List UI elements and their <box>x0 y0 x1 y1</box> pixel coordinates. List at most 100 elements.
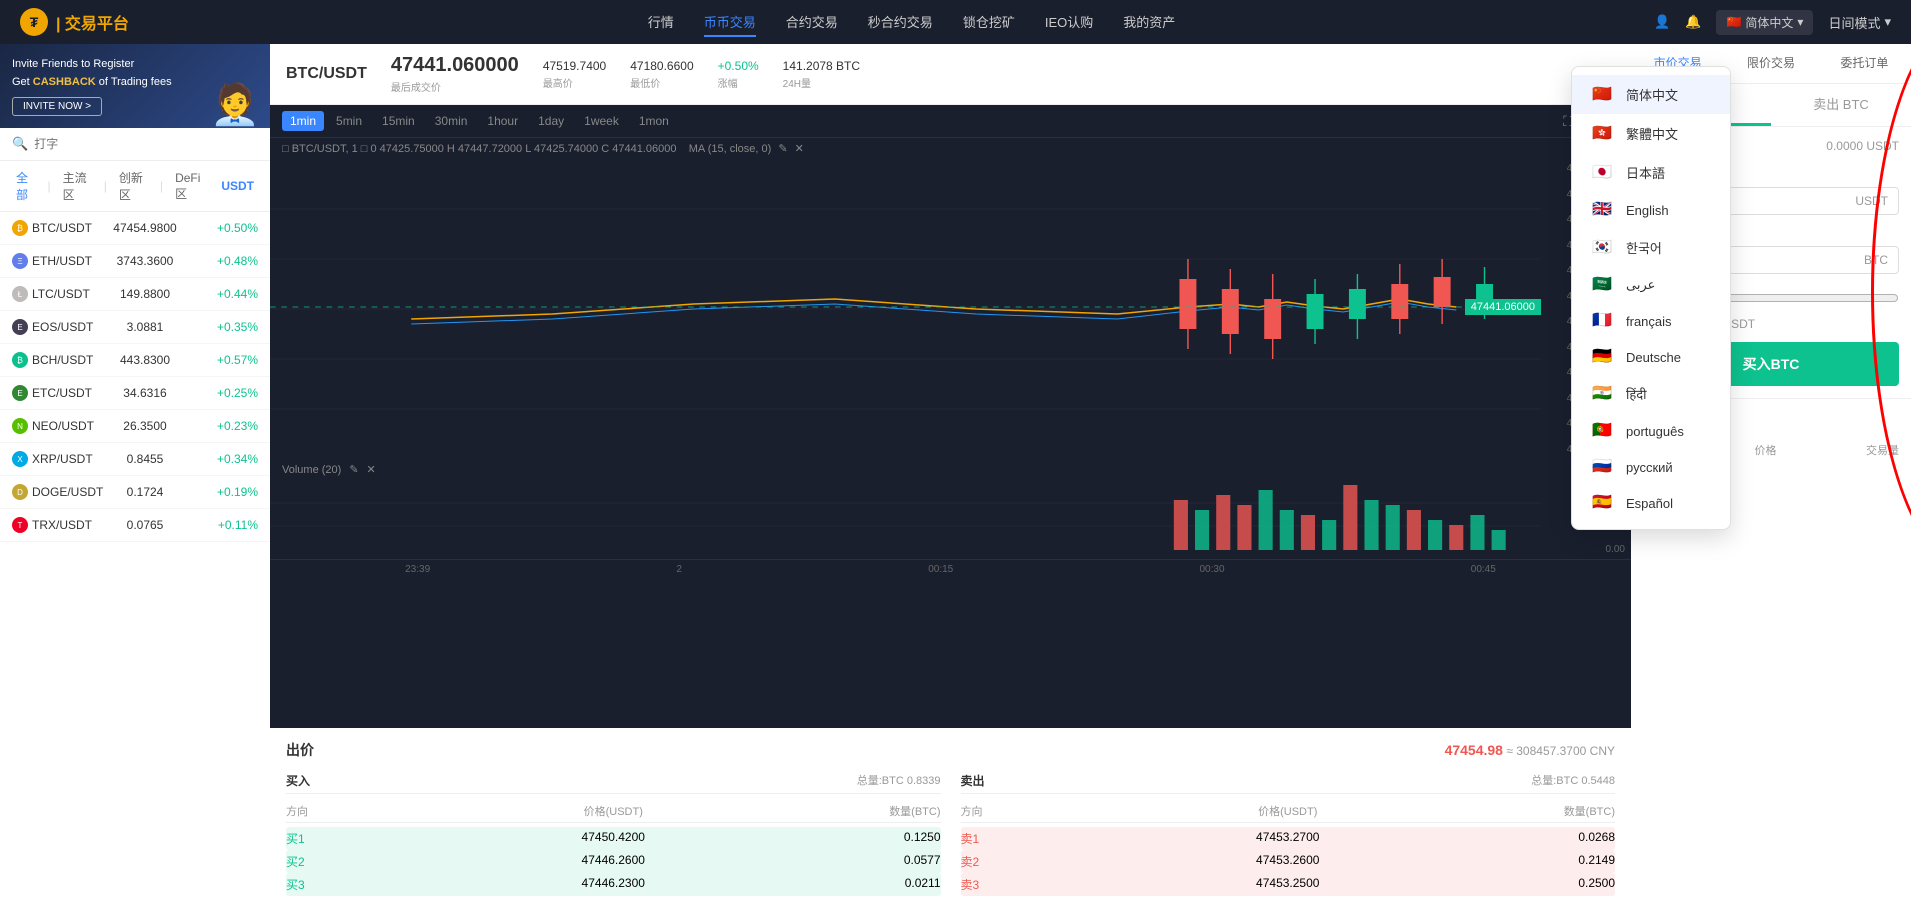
list-item[interactable]: Ξ ETH/USDT 3743.3600 +0.48% <box>0 245 270 278</box>
etc-icon: Ε <box>12 385 28 401</box>
lang-label-en: English <box>1626 203 1669 218</box>
nav-right: 👤 🔔 🇨🇳 简体中文 ▾ 日间模式 ▾ <box>1654 10 1891 35</box>
list-item[interactable]: N NEO/USDT 26.3500 +0.23% <box>0 410 270 443</box>
lang-label-zh-tw: 繁體中文 <box>1626 124 1678 143</box>
flag-zh-tw: 🇭🇰 <box>1592 126 1614 142</box>
volume-close-icon[interactable]: ✕ <box>367 463 376 476</box>
volume-label: Volume (20) ✎ ✕ <box>270 459 1541 480</box>
pair-info: Ε ETC/USDT <box>12 385 92 401</box>
list-item[interactable]: ₿ BCH/USDT 443.8300 +0.57% <box>0 344 270 377</box>
ticker-low-stat: 47180.6600 最低价 <box>630 59 693 90</box>
nav-item-ieo[interactable]: IEO认购 <box>1045 8 1093 37</box>
time-btn-30min[interactable]: 30min <box>427 111 476 131</box>
market-usdt-label[interactable]: USDT <box>217 177 258 195</box>
ob-direction: 买3 <box>286 876 504 893</box>
buy-price-unit: USDT <box>1855 194 1888 208</box>
buy-header: 买入 <box>286 772 310 789</box>
lang-option-de[interactable]: 🇩🇪 Deutsche <box>1572 339 1730 375</box>
search-input[interactable] <box>34 137 258 151</box>
nav-item-seconds[interactable]: 秒合约交易 <box>868 8 933 37</box>
pair-name: LTC/USDT <box>32 287 90 301</box>
lang-label-es: Español <box>1626 496 1673 511</box>
market-tab-all[interactable]: 全部 <box>12 167 39 205</box>
list-item[interactable]: T TRX/USDT 0.0765 +0.11% <box>0 509 270 542</box>
lang-option-zh-tw[interactable]: 🇭🇰 繁體中文 <box>1572 114 1730 153</box>
lang-option-zh-cn[interactable]: 🇨🇳 简体中文 <box>1572 75 1730 114</box>
sell-tab[interactable]: 卖出 BTC <box>1771 84 1911 126</box>
volume-edit-icon[interactable]: ✎ <box>349 463 358 476</box>
pair-change: +0.44% <box>198 287 258 301</box>
lang-label-hi: हिंदी <box>1626 385 1647 403</box>
ob-price: 47453.2700 <box>1179 830 1397 847</box>
time-btn-1hour[interactable]: 1hour <box>479 111 526 131</box>
nav-item-spot[interactable]: 币币交易 <box>704 8 756 37</box>
time-btn-1min[interactable]: 1min <box>282 111 324 131</box>
time-btn-5min[interactable]: 5min <box>328 111 370 131</box>
lang-option-ar[interactable]: 🇸🇦 عربى <box>1572 267 1730 303</box>
lang-option-hi[interactable]: 🇮🇳 हिंदी <box>1572 375 1730 413</box>
market-tab-new[interactable]: 创新区 <box>115 167 152 205</box>
list-item[interactable]: E EOS/USDT 3.0881 +0.35% <box>0 311 270 344</box>
lang-option-es[interactable]: 🇪🇸 Español <box>1572 485 1730 521</box>
tab-orders[interactable]: 委托订单 <box>1818 44 1911 83</box>
candlestick-svg <box>270 159 1541 459</box>
pair-name: XRP/USDT <box>32 452 93 466</box>
lang-option-en[interactable]: 🇬🇧 English <box>1572 192 1730 228</box>
tab-limit-trade[interactable]: 限价交易 <box>1724 44 1817 83</box>
table-row[interactable]: 买2 47446.2600 0.0577 <box>286 850 941 873</box>
table-row[interactable]: 卖2 47453.2600 0.2149 <box>961 850 1616 873</box>
language-button[interactable]: 🇨🇳 简体中文 ▾ <box>1716 10 1813 35</box>
buy-section-header: 买入 总量:BTC 0.8339 <box>286 768 941 794</box>
time-label-3: 00:30 <box>1200 564 1225 575</box>
nav-item-futures[interactable]: 合约交易 <box>786 8 838 37</box>
lang-option-ru[interactable]: 🇷🇺 русский <box>1572 449 1730 485</box>
time-btn-1week[interactable]: 1week <box>576 111 627 131</box>
lang-option-ja[interactable]: 🇯🇵 日本語 <box>1572 153 1730 192</box>
pair-name: ETC/USDT <box>32 386 92 400</box>
lang-label-ja: 日本語 <box>1626 163 1665 182</box>
list-item[interactable]: Ε ETC/USDT 34.6316 +0.25% <box>0 377 270 410</box>
ma-edit-icon[interactable]: ✎ <box>778 143 787 155</box>
nav-item-market[interactable]: 行情 <box>648 8 674 37</box>
ma-close-icon[interactable]: ✕ <box>795 143 804 155</box>
user-icon[interactable]: 👤 <box>1654 14 1670 30</box>
time-label-1: 2 <box>676 564 682 575</box>
pair-info: N NEO/USDT <box>12 418 92 434</box>
pair-info: ₿ BTC/USDT <box>12 220 92 236</box>
time-btn-1mon[interactable]: 1mon <box>631 111 677 131</box>
table-row[interactable]: 卖1 47453.2700 0.0268 <box>961 827 1616 850</box>
theme-toggle[interactable]: 日间模式 ▾ <box>1828 13 1891 32</box>
pair-price: 443.8300 <box>92 353 198 367</box>
logo[interactable]: ₮ | 交易平台 <box>20 8 129 36</box>
list-item[interactable]: X XRP/USDT 0.8455 +0.34% <box>0 443 270 476</box>
ob-price: 47453.2600 <box>1179 853 1397 870</box>
logo-icon: ₮ <box>20 8 48 36</box>
nav-item-mining[interactable]: 锁仓挖矿 <box>963 8 1015 37</box>
list-item[interactable]: Ł LTC/USDT 149.8800 +0.44% <box>0 278 270 311</box>
ob-qty: 0.0577 <box>722 853 940 870</box>
divider-3: | <box>160 179 163 193</box>
bell-icon[interactable]: 🔔 <box>1685 14 1701 30</box>
market-tab-main[interactable]: 主流区 <box>59 167 96 205</box>
ticker-volume-stat: 141.2078 BTC 24H量 <box>783 59 860 90</box>
sell-total: 总量:BTC 0.5448 <box>1531 772 1615 789</box>
time-btn-15min[interactable]: 15min <box>374 111 423 131</box>
list-item[interactable]: D DOGE/USDT 0.1724 +0.19% <box>0 476 270 509</box>
lang-option-fr[interactable]: 🇫🇷 français <box>1572 303 1730 339</box>
table-row[interactable]: 卖3 47453.2500 0.2500 <box>961 873 1616 896</box>
volume-svg <box>270 480 1541 550</box>
ticker-high-stat: 47519.7400 最高价 <box>543 59 606 90</box>
table-row[interactable]: 买3 47446.2300 0.0211 <box>286 873 941 896</box>
table-row[interactable]: 买1 47450.4200 0.1250 <box>286 827 941 850</box>
pair-price: 0.1724 <box>92 485 198 499</box>
sell-section-header: 卖出 总量:BTC 0.5448 <box>961 768 1616 794</box>
lang-option-pt[interactable]: 🇵🇹 português <box>1572 413 1730 449</box>
invite-button[interactable]: INVITE NOW > <box>12 97 102 116</box>
time-btn-1day[interactable]: 1day <box>530 111 572 131</box>
list-item[interactable]: ₿ BTC/USDT 47454.9800 +0.50% <box>0 212 270 245</box>
lang-option-ko[interactable]: 🇰🇷 한국어 <box>1572 228 1730 267</box>
pair-price: 3743.3600 <box>92 254 198 268</box>
ltc-icon: Ł <box>12 286 28 302</box>
market-tab-defi[interactable]: DeFi区 <box>171 169 209 204</box>
nav-item-assets[interactable]: 我的资产 <box>1123 8 1175 37</box>
